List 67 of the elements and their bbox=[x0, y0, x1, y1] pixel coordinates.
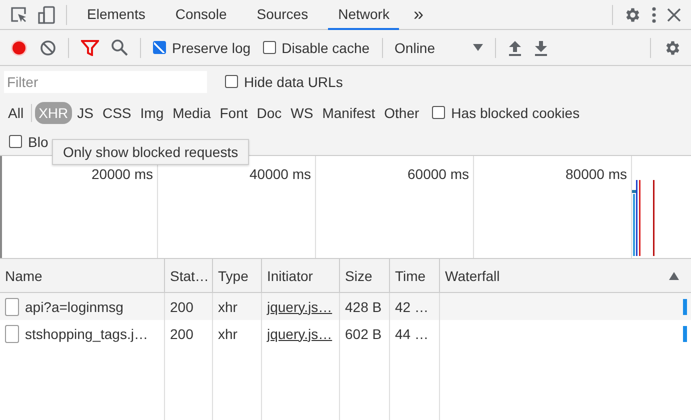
table-cell[interactable]: stshopping_tags.j… bbox=[25, 326, 148, 342]
table-cell: 602 B bbox=[345, 326, 382, 342]
resource-type-filter[interactable]: All bbox=[4, 102, 28, 124]
blocked-cookies-checkbox[interactable] bbox=[432, 106, 446, 119]
column-header[interactable]: Type bbox=[218, 268, 248, 284]
column-header[interactable]: Time bbox=[395, 268, 426, 284]
resource-type-filter[interactable]: Media bbox=[168, 102, 215, 124]
panel-tab[interactable]: Console bbox=[165, 0, 237, 30]
time-tick-label: 80000 ms bbox=[566, 166, 627, 182]
resource-type-filter[interactable]: Doc bbox=[252, 102, 286, 124]
table-cell: xhr bbox=[218, 298, 238, 314]
checkbox-label: Hide data URLs bbox=[244, 74, 343, 90]
time-tick-label: 40000 ms bbox=[250, 166, 311, 182]
file-icon bbox=[5, 324, 19, 342]
waterfall-bar bbox=[683, 326, 687, 342]
sort-ascending-icon[interactable] bbox=[669, 272, 679, 280]
column-header[interactable]: Waterfall bbox=[445, 268, 500, 284]
table-cell: 200 bbox=[170, 298, 194, 314]
resource-type-filter[interactable]: Font bbox=[216, 102, 252, 124]
tooltip: Only show blocked requests bbox=[52, 139, 250, 165]
initiator-link[interactable]: jquery.js… bbox=[267, 298, 332, 314]
record-icon[interactable] bbox=[10, 38, 28, 56]
initiator-link[interactable]: jquery.js… bbox=[267, 326, 332, 342]
resource-type-filter[interactable]: WS bbox=[286, 102, 318, 124]
table-cell: 44 … bbox=[395, 326, 428, 342]
checkbox-label: Has blocked cookies bbox=[451, 104, 580, 120]
disable-cache-checkbox[interactable] bbox=[262, 41, 276, 54]
panel-tab[interactable]: Elements bbox=[77, 0, 156, 30]
panel-tab[interactable]: Sources bbox=[246, 0, 318, 30]
more-tabs-button[interactable]: » bbox=[409, 4, 428, 25]
table-cell: 428 B bbox=[345, 298, 382, 314]
hide-data-urls-checkbox[interactable] bbox=[225, 75, 238, 88]
filter-icon[interactable] bbox=[81, 40, 99, 56]
filter-field[interactable]: Filter bbox=[4, 70, 207, 92]
device-icon[interactable] bbox=[38, 6, 56, 24]
more-options-icon[interactable] bbox=[651, 6, 657, 24]
dropdown-caret-icon bbox=[472, 44, 483, 52]
time-tick-label: 20000 ms bbox=[92, 166, 153, 182]
time-tick-label: 60000 ms bbox=[408, 166, 469, 182]
table-cell: xhr bbox=[218, 326, 238, 342]
table-cell: 42 … bbox=[395, 298, 428, 314]
panel-tab[interactable]: Network bbox=[328, 0, 400, 30]
table-cell[interactable]: api?a=loginmsg bbox=[25, 298, 124, 314]
preserve-log-checkbox[interactable] bbox=[153, 41, 166, 54]
waterfall-bar bbox=[683, 298, 687, 314]
resource-type-filter[interactable]: JS bbox=[73, 102, 98, 124]
column-header[interactable]: Initiator bbox=[267, 268, 313, 284]
column-header[interactable]: Stat… bbox=[170, 268, 209, 284]
blocked-requests-checkbox[interactable] bbox=[9, 135, 22, 148]
download-icon[interactable] bbox=[534, 40, 548, 56]
resource-type-filter[interactable]: Other bbox=[380, 102, 424, 124]
resource-type-filter[interactable]: Img bbox=[136, 102, 168, 124]
upload-icon[interactable] bbox=[508, 40, 522, 56]
checkbox-label: Disable cache bbox=[282, 40, 370, 56]
resource-type-filter[interactable]: Manifest bbox=[318, 102, 380, 124]
column-header[interactable]: Name bbox=[5, 268, 42, 284]
clear-icon[interactable] bbox=[40, 40, 56, 56]
resource-type-filter[interactable]: CSS bbox=[98, 102, 136, 124]
close-icon[interactable] bbox=[667, 8, 681, 22]
file-icon bbox=[5, 298, 19, 316]
checkbox-label: Preserve log bbox=[172, 40, 251, 56]
column-header[interactable]: Size bbox=[345, 268, 372, 284]
checkbox-label: Blo bbox=[28, 134, 48, 150]
inspect-icon[interactable] bbox=[10, 6, 28, 24]
table-cell: 200 bbox=[170, 326, 194, 342]
search-icon[interactable] bbox=[111, 39, 128, 56]
throttling-dropdown[interactable]: Online bbox=[394, 40, 483, 56]
